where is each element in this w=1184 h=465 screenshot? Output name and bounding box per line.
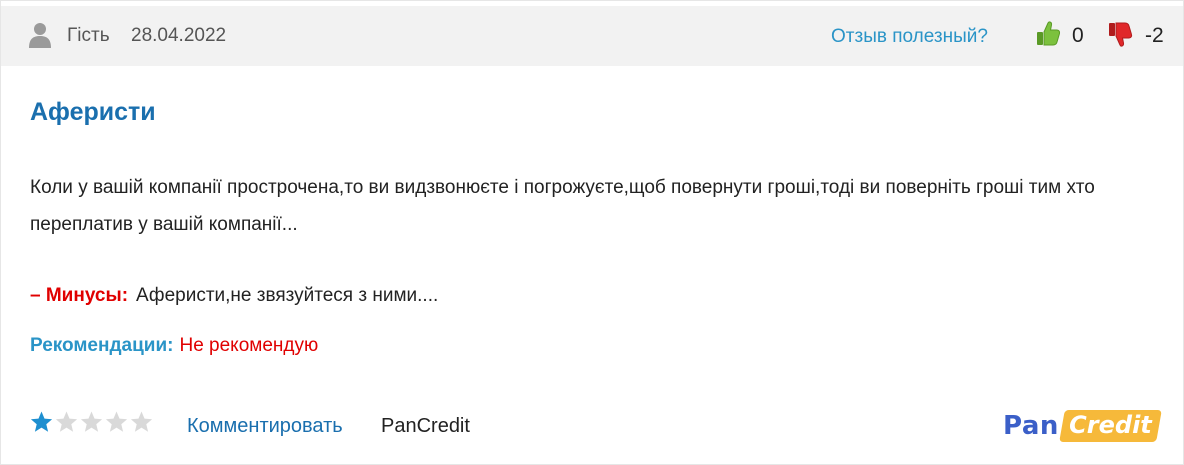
likes-count: 0 [1072,24,1084,47]
pancredit-logo: Pan Credit [1003,408,1162,444]
company-name: PanCredit [381,415,470,437]
cons-label: – Минусы: [30,285,129,306]
star-filled-icon [30,411,53,432]
recommendation-label: Рекомендации: [30,335,174,356]
review-recommendation: Рекомендации: Не рекомендую [30,335,318,357]
rating-stars [29,410,154,434]
review-title: Аферисти [30,98,156,126]
cons-text: Аферисти,не звязуйтеся з ними.... [136,285,439,306]
logo-pan-text: Pan [1003,411,1059,441]
star-empty-icon [105,411,128,432]
review-body: Коли у вашій компанії прострочена,то ви … [30,177,1095,235]
review-card: Гість 28.04.2022 Отзыв полезный? 0 -2 Аф… [0,0,1184,465]
thumbs-down-icon[interactable] [1107,20,1133,48]
review-header: Гість 28.04.2022 Отзыв полезный? 0 -2 [1,6,1183,66]
review-author: Гість [67,25,110,46]
user-icon [29,23,51,48]
comment-link[interactable]: Комментировать [187,415,343,438]
recommendation-value: Не рекомендую [179,335,319,356]
logo-credit-badge: Credit [1059,410,1162,442]
star-empty-icon [80,411,103,432]
helpful-question-link[interactable]: Отзыв полезный? [831,26,988,48]
review-cons: – Минусы: Аферисти,не звязуйтеся з ними..… [30,285,438,307]
thumbs-up-icon[interactable] [1035,20,1061,48]
dislikes-count: -2 [1145,24,1164,47]
star-empty-icon [130,411,153,432]
logo-credit-text: Credit [1069,411,1152,439]
review-date: 28.04.2022 [131,25,227,46]
star-empty-icon [55,411,78,432]
